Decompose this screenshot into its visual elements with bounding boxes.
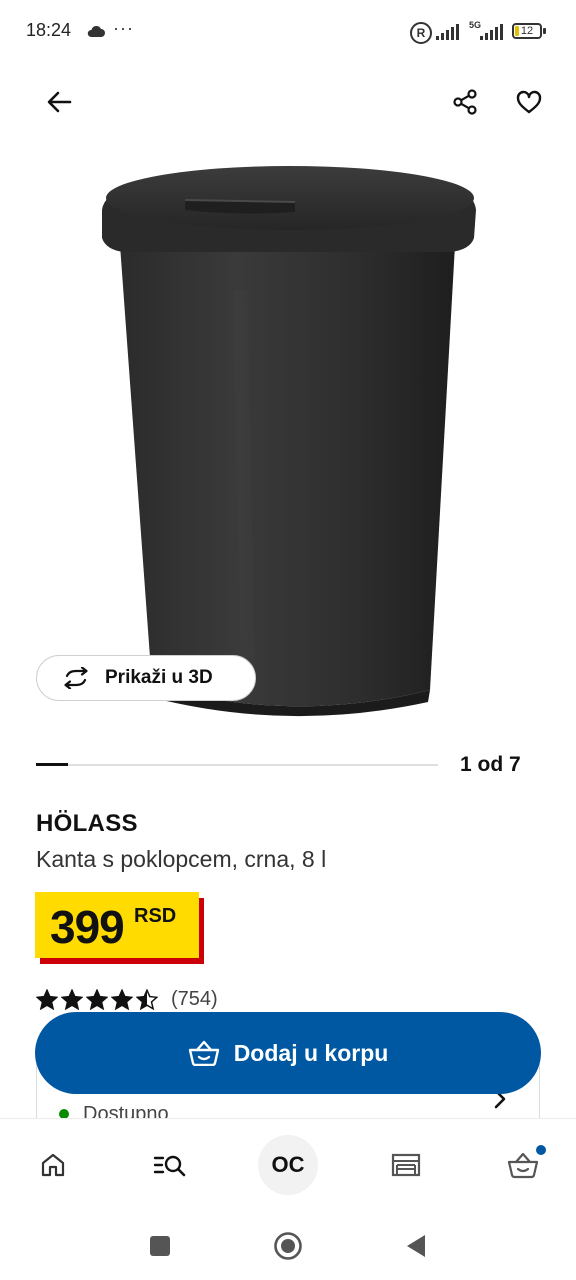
back-button[interactable] xyxy=(37,80,81,124)
search-menu-icon xyxy=(153,1155,186,1177)
nav-store[interactable] xyxy=(371,1119,441,1211)
status-more: ··· xyxy=(113,18,134,38)
triangle-back-icon xyxy=(407,1235,425,1257)
recents-button[interactable] xyxy=(142,1228,178,1264)
share-button[interactable] xyxy=(443,80,487,124)
rotate-3d-icon xyxy=(64,667,88,689)
star-icon xyxy=(136,988,158,1010)
cart-notification-dot xyxy=(536,1145,546,1155)
battery-level: 12 xyxy=(520,25,534,37)
product-image[interactable] xyxy=(90,150,490,730)
battery-tip xyxy=(543,28,546,34)
nav-search[interactable] xyxy=(135,1119,205,1211)
cloud-icon xyxy=(87,25,105,37)
nav-cart[interactable] xyxy=(488,1119,558,1211)
price-amount: 399 xyxy=(50,901,125,953)
basket-icon xyxy=(188,1040,219,1066)
registered-icon: R xyxy=(410,22,432,44)
battery-icon: 12 xyxy=(512,23,542,39)
profile-initials: OC xyxy=(271,1152,305,1177)
home-icon xyxy=(41,1153,65,1177)
view-3d-label: Prikaži u 3D xyxy=(105,667,213,688)
bottom-navigation: OC xyxy=(0,1118,576,1211)
store-icon xyxy=(391,1153,421,1177)
share-icon xyxy=(453,89,477,115)
signal-icon xyxy=(436,24,459,40)
nav-home[interactable] xyxy=(18,1119,88,1211)
add-to-cart-button[interactable]: Dodaj u korpu xyxy=(35,1012,541,1094)
rating-stars xyxy=(36,988,158,1011)
favorite-button[interactable] xyxy=(507,80,551,124)
cart-icon xyxy=(507,1152,539,1179)
nav-profile[interactable]: OC xyxy=(253,1119,323,1211)
system-navigation xyxy=(0,1210,576,1280)
price-currency: RSD xyxy=(134,905,177,927)
product-rating[interactable]: (754) xyxy=(36,988,218,1011)
arrow-left-icon xyxy=(47,91,72,113)
profile-icon: OC xyxy=(258,1135,318,1195)
product-description: Kanta s poklopcem, crna, 8 l xyxy=(36,846,327,872)
gallery-counter: 1 od 7 xyxy=(460,753,521,776)
star-icon xyxy=(86,988,108,1010)
circle-icon xyxy=(274,1232,302,1260)
home-system-button[interactable] xyxy=(270,1228,306,1264)
star-icon xyxy=(111,988,133,1010)
rating-count: (754) xyxy=(171,988,218,1010)
view-3d-button[interactable]: Prikaži u 3D xyxy=(36,655,256,701)
status-time: 18:24 xyxy=(26,20,72,40)
star-icon xyxy=(61,988,83,1010)
square-icon xyxy=(150,1236,170,1256)
gallery-progress-fill xyxy=(36,763,68,766)
heart-icon xyxy=(516,90,542,114)
status-bar: 18:24 ··· R 5G 12 xyxy=(0,0,576,64)
star-icon xyxy=(36,988,58,1010)
back-system-button[interactable] xyxy=(398,1228,434,1264)
signal-icon-2 xyxy=(480,24,503,40)
product-name: HÖLASS xyxy=(36,810,138,837)
add-to-cart-label: Dodaj u korpu xyxy=(233,1039,389,1066)
gallery-progress xyxy=(36,763,438,766)
